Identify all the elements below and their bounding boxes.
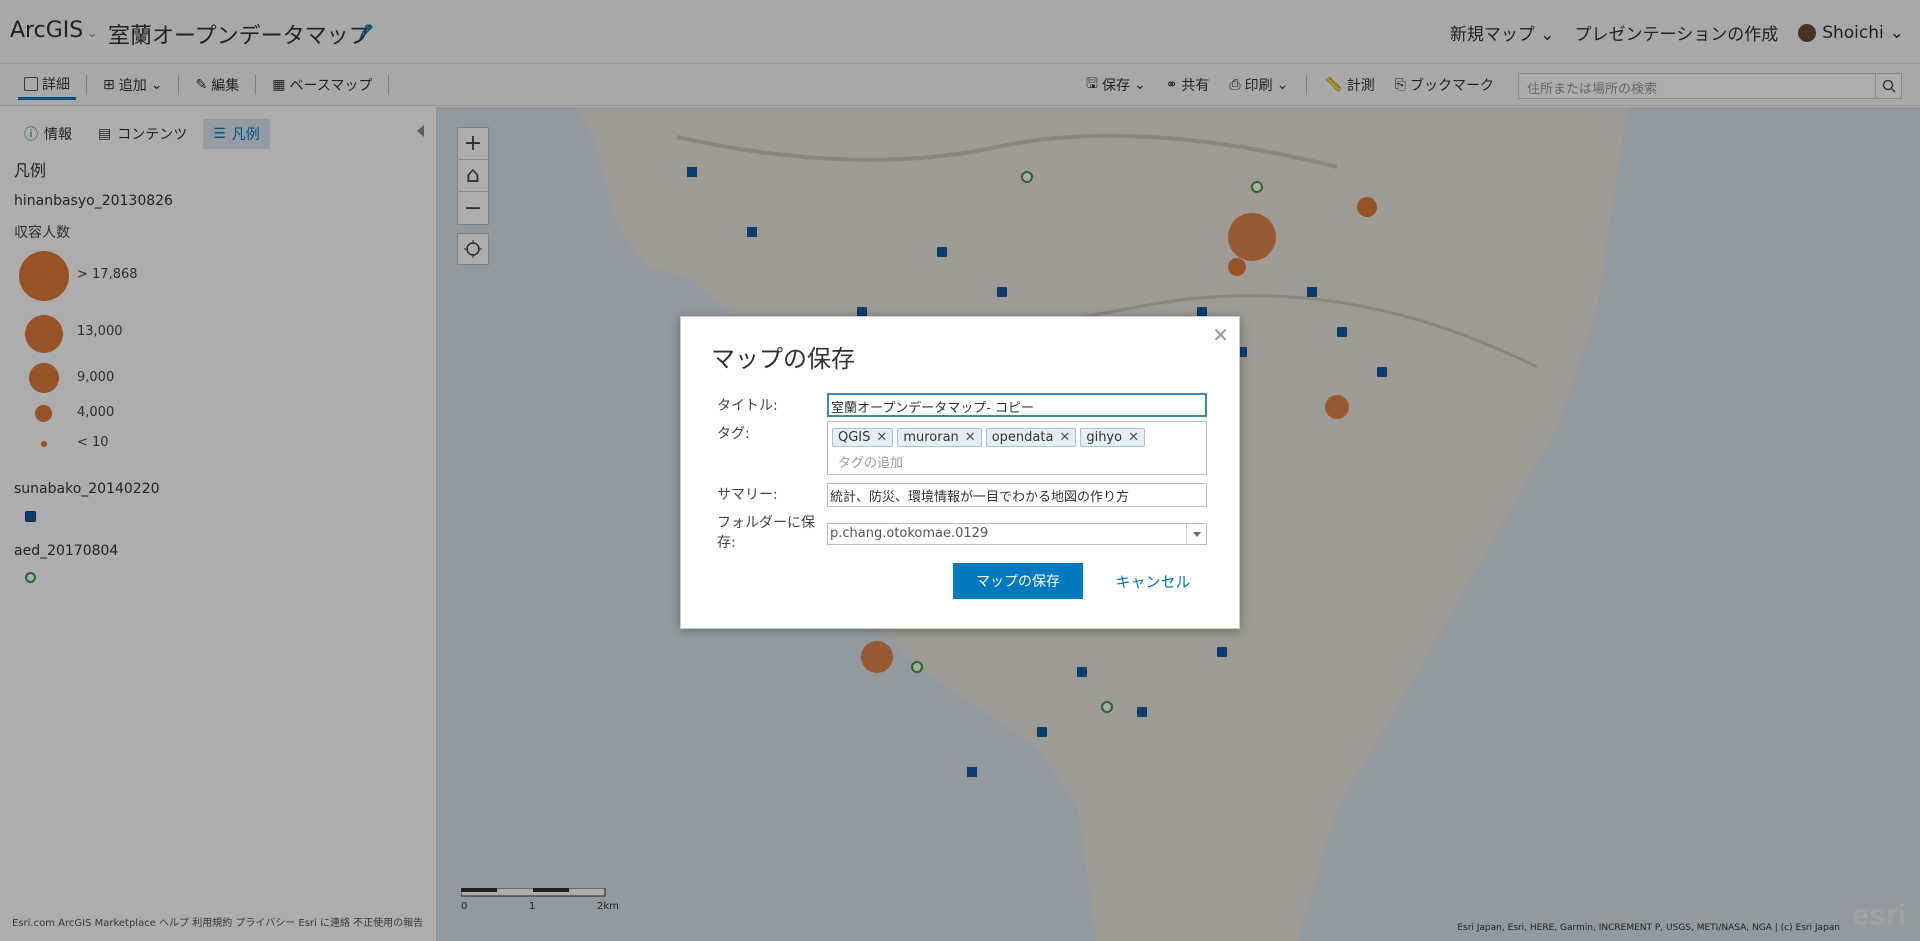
remove-tag-icon[interactable]: ✕: [965, 430, 976, 445]
close-icon[interactable]: ✕: [1212, 323, 1229, 347]
tag-label: opendata: [991, 430, 1054, 445]
save-map-dialog: ✕ マップの保存 タイトル: 室蘭オープンデータマップ- コピー タグ: QGI…: [680, 316, 1240, 629]
tags-field[interactable]: QGIS ✕ muroran ✕ opendata ✕ gihyo ✕ タグの追加: [827, 421, 1207, 475]
tag-label: muroran: [903, 430, 959, 445]
tag-chip: QGIS ✕: [832, 428, 894, 447]
tag-label: QGIS: [838, 430, 871, 445]
tags-label: タグ:: [717, 426, 750, 442]
summary-field[interactable]: 統計、防災、環境情報が一目でわかる地図の作り方: [827, 483, 1207, 507]
tag-chip: opendata ✕: [985, 428, 1077, 447]
folder-select[interactable]: p.chang.otokomae.0129: [827, 523, 1207, 545]
folder-label: フォルダーに保存:: [717, 515, 815, 551]
folder-value: p.chang.otokomae.0129: [830, 526, 989, 541]
remove-tag-icon[interactable]: ✕: [1128, 430, 1139, 445]
remove-tag-icon[interactable]: ✕: [876, 430, 887, 445]
tag-chip: gihyo ✕: [1080, 428, 1145, 447]
chevron-down-icon: [1186, 524, 1206, 544]
title-label: タイトル:: [717, 398, 778, 414]
tag-label: gihyo: [1086, 430, 1123, 445]
save-map-button[interactable]: マップの保存: [953, 563, 1083, 599]
tag-chip: muroran ✕: [897, 428, 982, 447]
cancel-button[interactable]: キャンセル: [1103, 563, 1203, 599]
title-field[interactable]: 室蘭オープンデータマップ- コピー: [827, 393, 1207, 417]
remove-tag-icon[interactable]: ✕: [1059, 430, 1070, 445]
summary-label: サマリー:: [717, 487, 778, 503]
dialog-title: マップの保存: [711, 345, 855, 373]
tag-add-input[interactable]: タグの追加: [838, 452, 903, 471]
